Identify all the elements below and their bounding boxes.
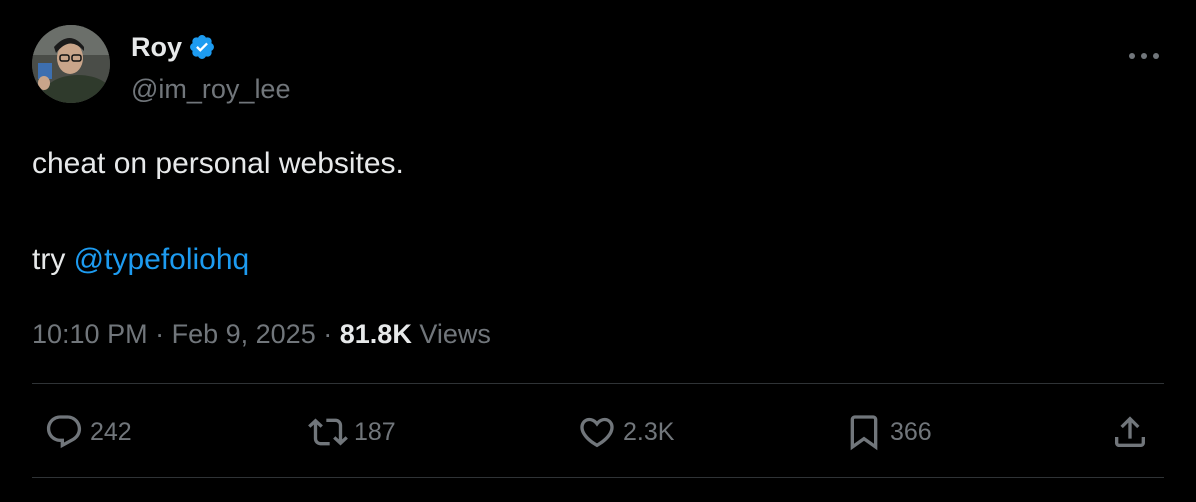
author-name[interactable]: Roy [131,30,182,64]
tweet-card: Roy @im_roy_lee cheat on personal websit… [0,0,1196,502]
share-icon [1115,416,1145,447]
views-label: Views [419,319,491,349]
more-icon[interactable] [1124,43,1164,69]
tweet-text: cheat on personal websites. try @typefol… [32,144,404,280]
like-count: 2.3K [623,417,675,446]
meta-separator: · [155,319,165,349]
tweet-line-2: try @typefoliohq [32,240,404,280]
repost-button[interactable]: 187 [308,412,396,452]
tweet-meta: 10:10 PM · Feb 9, 2025 · 81.8K Views [32,316,491,352]
bookmark-icon [850,415,878,451]
tweet-date[interactable]: Feb 9, 2025 [172,319,316,349]
repost-count: 187 [354,417,396,446]
meta-separator: · [323,319,333,349]
like-button[interactable]: 2.3K [577,412,674,452]
share-button[interactable] [1110,412,1150,452]
mention-link[interactable]: @typefoliohq [74,243,250,276]
reply-button[interactable]: 242 [44,412,132,452]
divider [32,383,1164,384]
bookmark-count: 366 [890,417,932,446]
views-count: 81.8K [339,319,412,349]
divider [32,477,1164,478]
author-handle[interactable]: @im_roy_lee [131,72,290,106]
reply-icon [46,415,82,449]
like-icon [580,417,614,448]
tweet-line-1: cheat on personal websites. [32,147,404,180]
repost-icon [308,418,348,446]
tweet-line-2-prefix: try [32,243,66,276]
bookmark-button[interactable]: 366 [844,412,932,452]
author-name-row: Roy [131,30,216,64]
reply-count: 242 [90,417,132,446]
avatar[interactable] [32,25,110,103]
verified-badge-icon[interactable] [188,33,216,61]
tweet-time[interactable]: 10:10 PM [32,319,148,349]
